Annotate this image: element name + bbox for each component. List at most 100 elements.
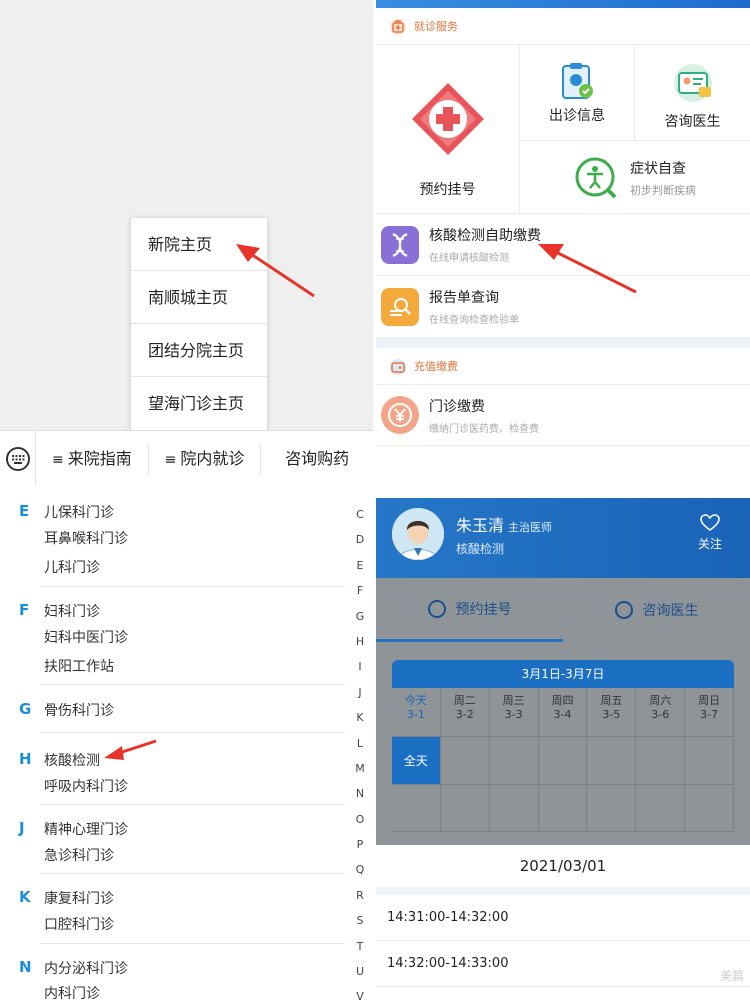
index-letter[interactable]: R [350, 883, 370, 908]
calendar-slot[interactable] [587, 784, 637, 832]
tab-appointment[interactable]: 预约挂号 [376, 578, 563, 642]
popup-item-new-hospital[interactable]: 新院主页 [131, 218, 267, 271]
calendar-slot[interactable] [440, 784, 490, 832]
department-item[interactable]: 妇科中医门诊 [44, 627, 128, 647]
calendar-slot[interactable] [538, 736, 588, 784]
calendar-day[interactable]: 周二 3-2 [441, 688, 490, 736]
section-header-medical-services: 就诊服务 [376, 8, 750, 44]
index-letter[interactable]: H [350, 629, 370, 654]
appointment-label: 预约挂号 [419, 182, 476, 198]
index-letter[interactable]: P [350, 832, 370, 857]
nucleic-acid-payment-row[interactable]: 核酸检测自助缴费 在线申请核酸检测 [376, 214, 750, 276]
symptom-check-label: 症状自查 [630, 161, 686, 177]
department-item[interactable]: 内科门诊 [44, 983, 100, 1000]
index-letter[interactable]: I [350, 654, 370, 679]
outpatient-payment-row[interactable]: 门诊缴费 缴纳门诊医药费、检查费 [376, 384, 750, 446]
index-letter[interactable]: F [350, 578, 370, 603]
index-letter[interactable]: L [350, 731, 370, 756]
index-letter[interactable]: G [350, 604, 370, 629]
calendar-slot[interactable] [440, 736, 490, 784]
menu-icon: ≡ [164, 451, 177, 468]
allday-slot[interactable]: 全天 [392, 736, 441, 784]
index-letter[interactable]: N [350, 781, 370, 806]
department-item[interactable]: 儿保科门诊 [44, 502, 114, 522]
tab-consult-doctor[interactable]: 咨询医生 [563, 578, 750, 642]
day-name: 周五 [600, 694, 623, 707]
nav-consult-pharmacy[interactable]: 咨询购药 [261, 444, 373, 474]
calendar-day[interactable]: 今天 3-1 [392, 688, 441, 736]
department-item[interactable]: 耳鼻喉科门诊 [44, 528, 128, 548]
index-letter[interactable]: D [350, 527, 370, 552]
calendar-slot[interactable] [685, 736, 735, 784]
popup-item-tuanjie-branch[interactable]: 团结分院主页 [131, 324, 267, 377]
department-item[interactable]: 妇科门诊 [44, 601, 100, 621]
calendar-slot[interactable] [685, 784, 735, 832]
day-name: 周日 [698, 694, 721, 707]
department-item[interactable]: 急诊科门诊 [44, 845, 114, 865]
time-slot-row[interactable]: 14:31:00-14:32:00 [376, 895, 750, 941]
department-item[interactable]: 内分泌科门诊 [44, 958, 128, 978]
symptom-check-sub: 初步判断疾病 [630, 184, 696, 197]
divider [40, 684, 345, 685]
red-cross-icon [411, 83, 484, 155]
index-letter[interactable]: M [350, 756, 370, 781]
index-letter[interactable]: T [350, 934, 370, 959]
row-title: 报告单查询 [429, 290, 499, 306]
symptom-check-tile[interactable]: 症状自查 初步判断疾病 [520, 141, 750, 215]
index-letter[interactable]: K [350, 705, 370, 730]
calendar-slot[interactable] [636, 784, 686, 832]
index-letter[interactable]: C [350, 502, 370, 527]
time-slot-row[interactable]: 14:32:00-14:33:00 [376, 941, 750, 987]
keyboard-toggle-button[interactable] [0, 430, 36, 486]
department-item[interactable]: 呼吸内科门诊 [44, 776, 128, 796]
section-title: 充值缴费 [414, 360, 458, 373]
index-letter[interactable]: J [350, 680, 370, 705]
outpatient-payment-text: 门诊缴费 缴纳门诊医药费、检查费 [429, 396, 539, 435]
calendar-slot[interactable] [392, 784, 441, 832]
calendar-slot[interactable] [587, 736, 637, 784]
popup-item-wanghai-clinic[interactable]: 望海门诊主页 [131, 377, 267, 430]
divider [40, 732, 345, 733]
group-letter: H [19, 750, 32, 768]
appointment-tile[interactable]: 预约挂号 [376, 45, 520, 215]
calendar-slot[interactable] [636, 736, 686, 784]
divider [40, 943, 345, 944]
report-query-row[interactable]: 报告单查询 在线查询检查检验单 [376, 276, 750, 338]
nav-visit-guide[interactable]: ≡ 来院指南 [36, 443, 149, 474]
day-date: 3-7 [700, 708, 719, 721]
bottom-nav-bar: ≡ 来院指南 ≡ 院内就诊 咨询购药 [0, 430, 373, 486]
calendar-day[interactable]: 周四 3-4 [539, 688, 588, 736]
yen-coin-icon [381, 396, 419, 434]
clinic-info-tile[interactable]: 出诊信息 [520, 45, 635, 141]
calendar-slot[interactable] [489, 736, 539, 784]
index-letter[interactable]: O [350, 807, 370, 832]
department-item[interactable]: 康复科门诊 [44, 888, 114, 908]
calendar-day[interactable]: 周日 3-7 [685, 688, 735, 736]
index-letter[interactable]: E [350, 553, 370, 578]
department-item-nucleic-acid[interactable]: 核酸检测 [44, 750, 100, 770]
nav-in-hospital[interactable]: ≡ 院内就诊 [149, 443, 262, 474]
index-letter[interactable]: V [350, 984, 370, 1000]
calendar-day[interactable]: 周五 3-5 [587, 688, 637, 736]
alphabet-index[interactable]: C D E F G H I J K L M N O P Q R S T U V [350, 502, 370, 1000]
calendar-slot[interactable] [489, 784, 539, 832]
popup-item-nanshuncheng[interactable]: 南顺城主页 [131, 271, 267, 324]
index-letter[interactable]: S [350, 908, 370, 933]
calendar-day[interactable]: 周六 3-6 [636, 688, 686, 736]
calendar-day[interactable]: 周三 3-3 [490, 688, 539, 736]
department-item[interactable]: 骨伤科门诊 [44, 700, 114, 720]
section-gap [376, 338, 750, 348]
follow-button[interactable]: 关注 [698, 514, 722, 552]
group-letter: F [19, 601, 30, 619]
department-item[interactable]: 儿科门诊 [44, 557, 100, 577]
consult-doctor-tile[interactable]: 咨询医生 [635, 45, 750, 141]
index-letter[interactable]: Q [350, 857, 370, 882]
report-query-text: 报告单查询 在线查询检查检验单 [429, 287, 519, 326]
index-letter[interactable]: U [350, 959, 370, 984]
calendar-slot[interactable] [538, 784, 588, 832]
department-item[interactable]: 扶阳工作站 [44, 656, 114, 676]
department-item[interactable]: 精神心理门诊 [44, 819, 128, 839]
schedule-tabs: 预约挂号 咨询医生 [376, 578, 750, 642]
department-item[interactable]: 口腔科门诊 [44, 914, 114, 934]
divider [40, 873, 345, 874]
